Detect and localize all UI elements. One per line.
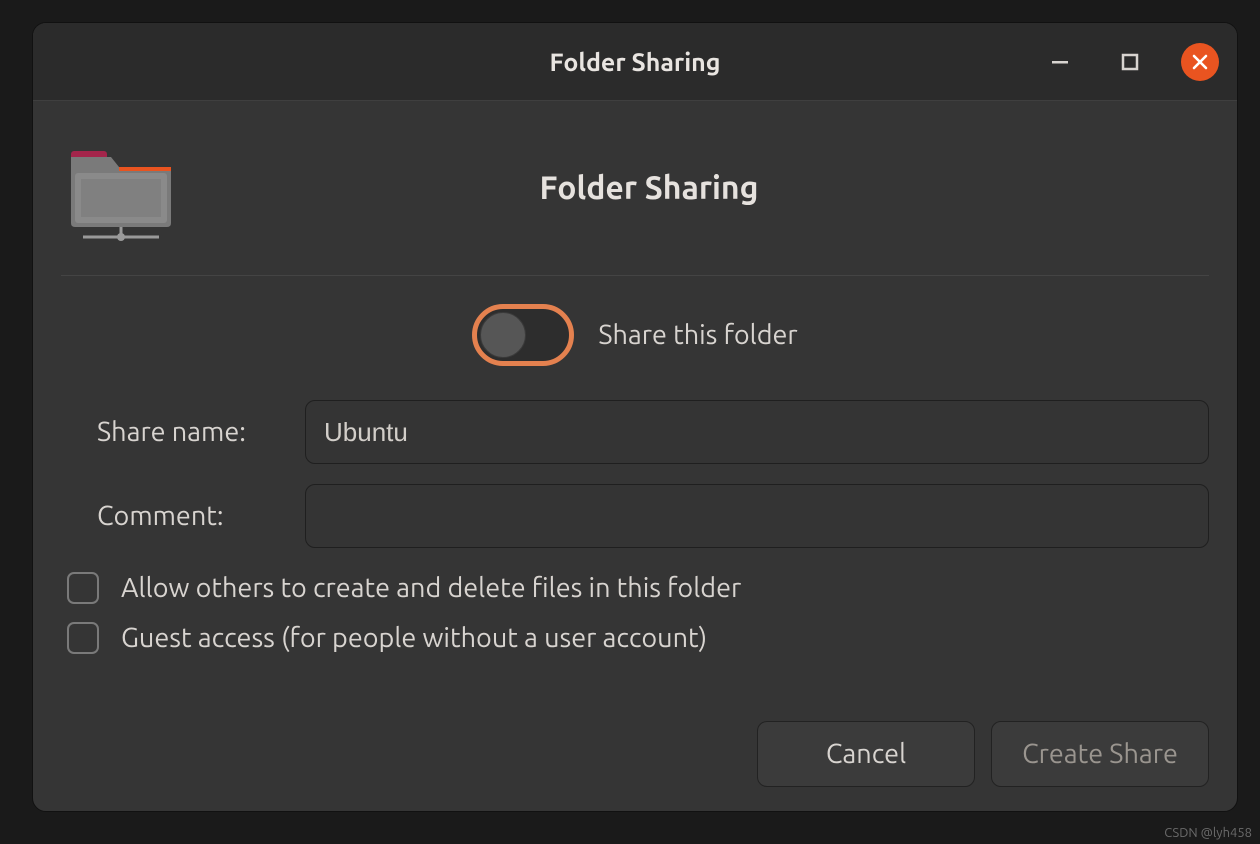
shared-folder-icon <box>61 133 181 243</box>
share-name-label: Share name: <box>61 417 291 447</box>
allow-write-checkbox[interactable] <box>67 572 99 604</box>
create-share-button[interactable]: Create Share <box>991 721 1209 787</box>
close-icon <box>1191 53 1209 71</box>
minimize-button[interactable] <box>1041 43 1079 81</box>
dialog-content: Folder Sharing Share this folder Share n… <box>33 101 1237 811</box>
cancel-button[interactable]: Cancel <box>757 721 975 787</box>
maximize-button[interactable] <box>1111 43 1149 81</box>
allow-write-row: Allow others to create and delete files … <box>61 572 1209 604</box>
watermark: CSDN @lyh458 <box>1164 826 1252 840</box>
share-toggle-label: Share this folder <box>598 320 797 350</box>
minimize-icon <box>1050 52 1070 72</box>
share-name-input[interactable] <box>305 400 1209 464</box>
toggle-knob <box>480 312 526 358</box>
maximize-icon <box>1120 52 1140 72</box>
button-row: Cancel Create Share <box>61 721 1209 787</box>
form-grid: Share name: Comment: <box>61 400 1209 548</box>
guest-access-row: Guest access (for people without a user … <box>61 622 1209 654</box>
window-title: Folder Sharing <box>549 48 720 76</box>
titlebar: Folder Sharing <box>33 23 1237 101</box>
comment-input[interactable] <box>305 484 1209 548</box>
header-row: Folder Sharing <box>61 133 1209 276</box>
comment-label: Comment: <box>61 501 291 531</box>
allow-write-label: Allow others to create and delete files … <box>121 573 741 603</box>
window-controls <box>1041 23 1219 100</box>
page-title: Folder Sharing <box>209 170 1089 206</box>
guest-access-checkbox[interactable] <box>67 622 99 654</box>
share-toggle-row: Share this folder <box>61 304 1209 366</box>
close-button[interactable] <box>1181 43 1219 81</box>
folder-sharing-window: Folder Sharing F <box>32 22 1238 812</box>
share-toggle[interactable] <box>472 304 574 366</box>
guest-access-label: Guest access (for people without a user … <box>121 623 707 653</box>
